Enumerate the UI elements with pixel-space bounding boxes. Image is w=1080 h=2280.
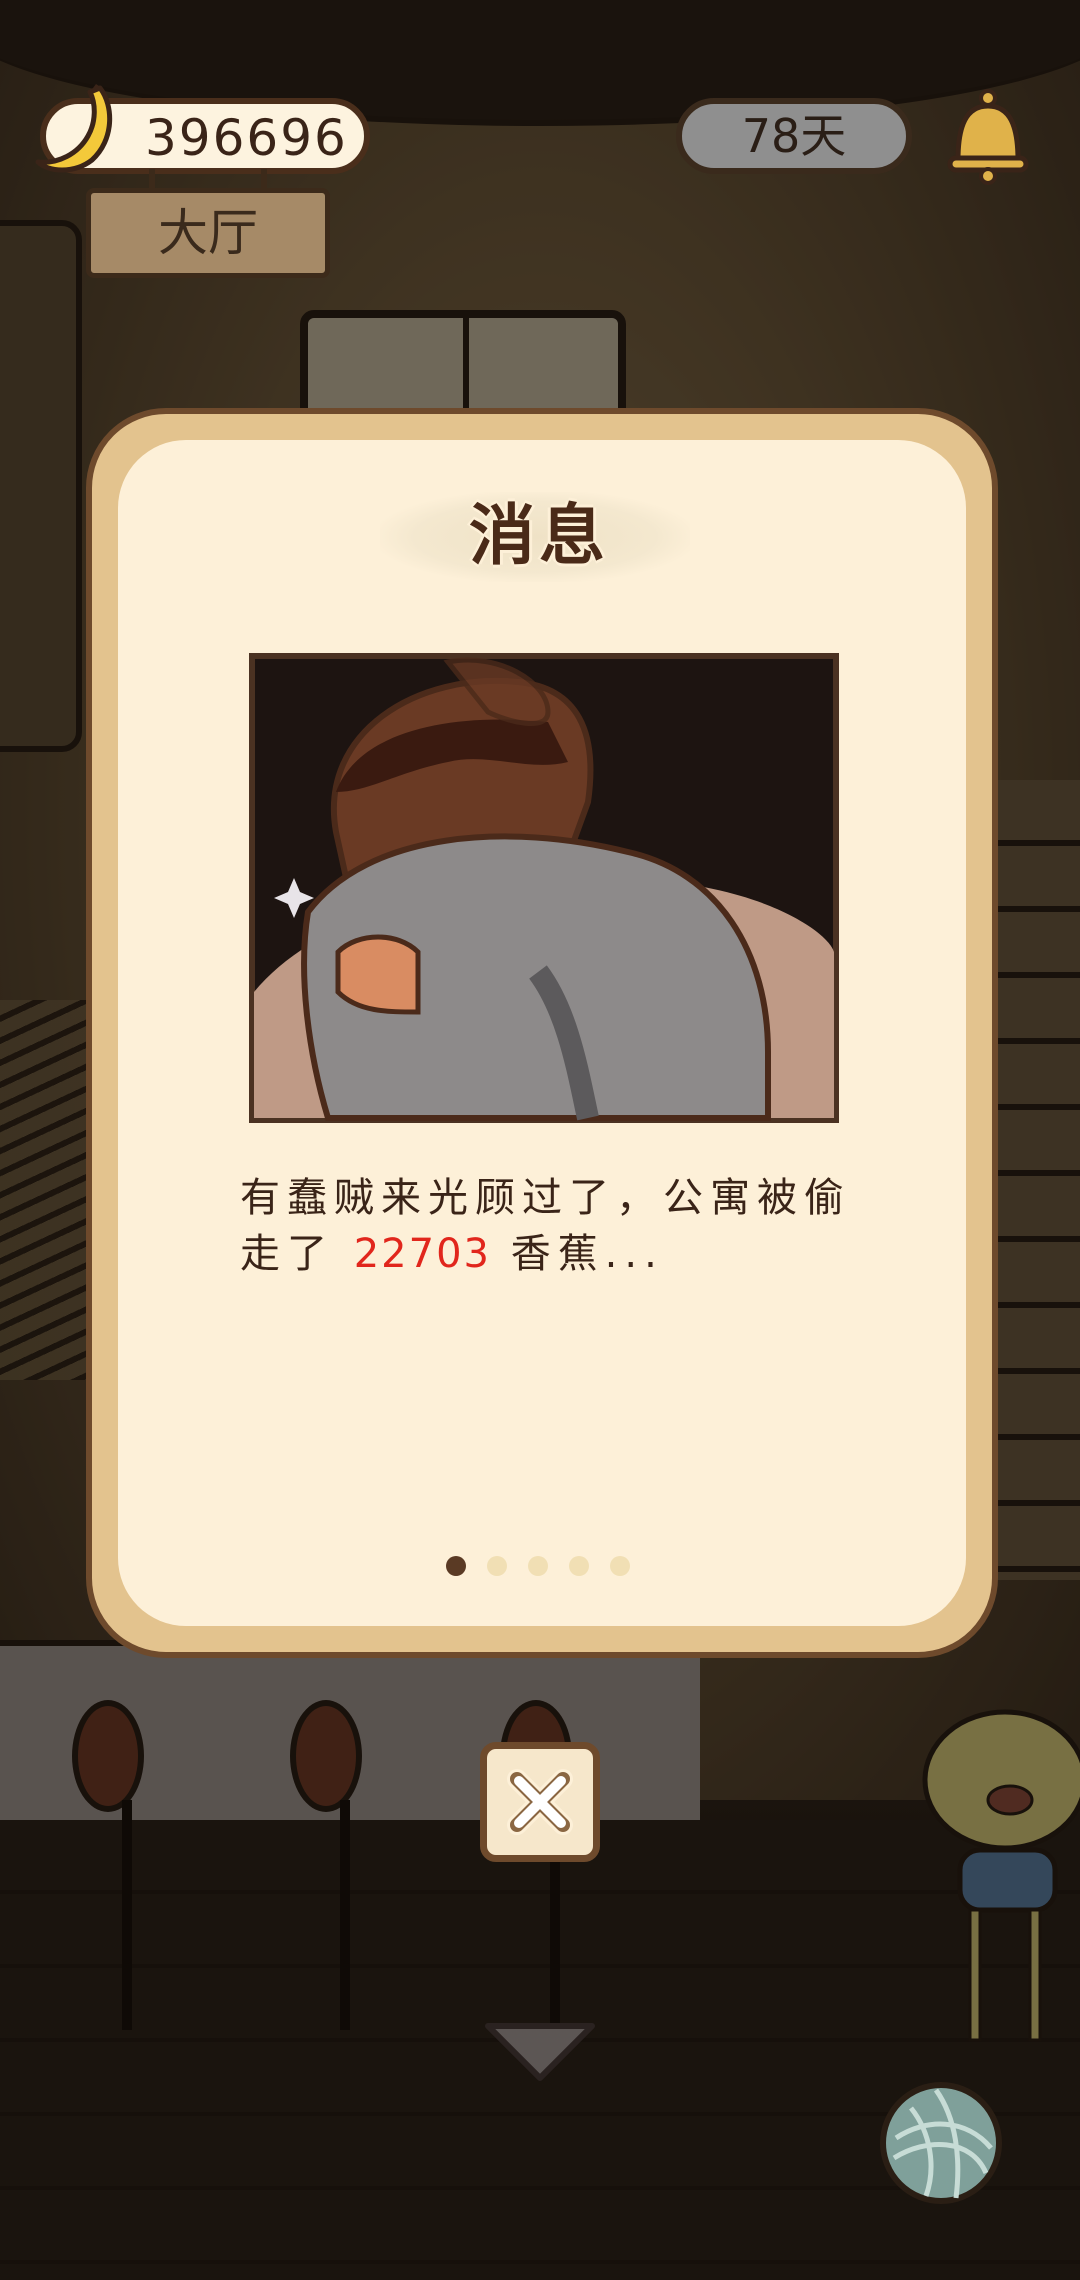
dialog-title: 消息: [469, 497, 609, 574]
thief-illustration: [249, 653, 839, 1123]
stolen-banana-amount: 22703: [353, 1231, 491, 1277]
dialog-message: 有蠢贼来光顾过了，公寓被偷走了 22703 香蕉...: [240, 1170, 860, 1282]
page-indicator: [446, 1556, 630, 1580]
banana-count: 396696: [145, 109, 348, 167]
scroll-down-arrow-icon[interactable]: [480, 2018, 600, 2084]
yarn-ball-icon[interactable]: [876, 2078, 1006, 2208]
page-dot-active[interactable]: [446, 1556, 466, 1576]
page-dot[interactable]: [569, 1556, 589, 1576]
bell-icon[interactable]: [940, 86, 1036, 186]
close-icon: [507, 1769, 573, 1835]
close-dialog-button[interactable]: [480, 1742, 600, 1862]
banana-icon: [35, 84, 113, 173]
room-sign: 大厅: [86, 169, 330, 278]
page-dot[interactable]: [610, 1556, 630, 1576]
days-counter: 78天: [676, 98, 912, 174]
page-dot[interactable]: [487, 1556, 507, 1576]
page-dot[interactable]: [528, 1556, 548, 1576]
message-text-end: 香蕉...: [510, 1231, 664, 1277]
